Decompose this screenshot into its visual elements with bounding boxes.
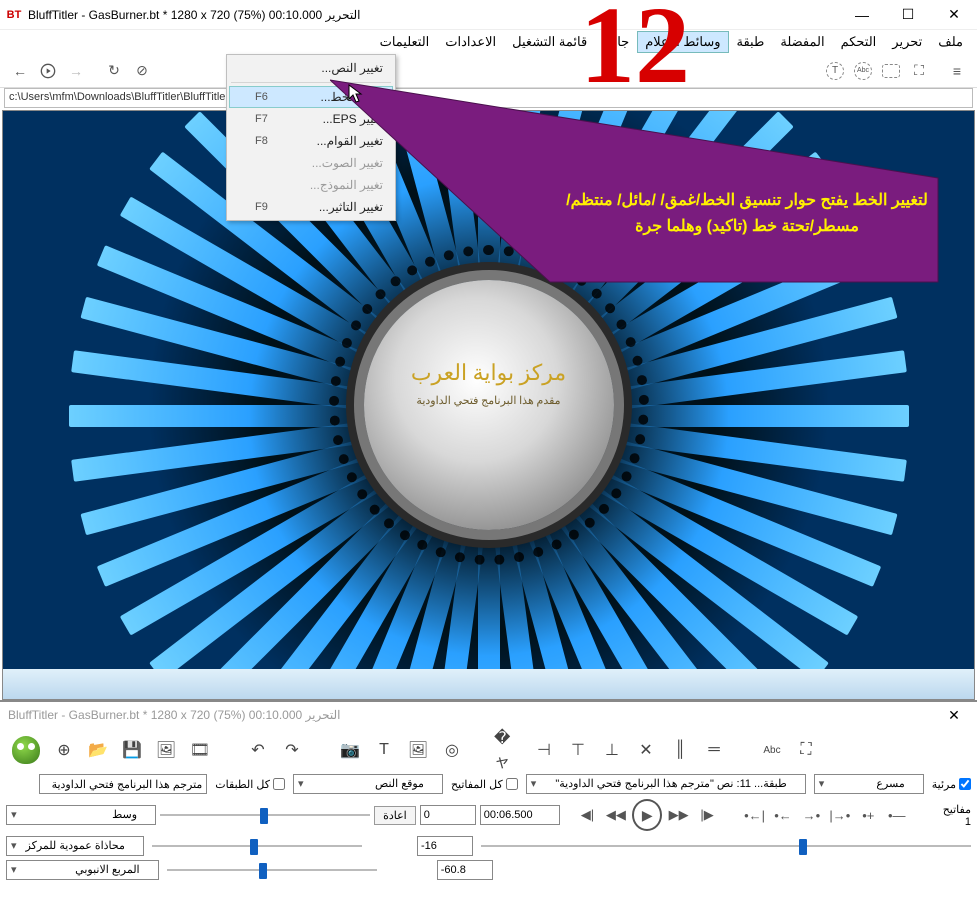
bottom-close-button[interactable]: ✕ xyxy=(931,702,977,728)
step-number-overlay: 12 xyxy=(580,0,690,109)
layer-select-row: مرئية مسرع طبقة... 11: نص "مترجم هذا الب… xyxy=(0,772,977,796)
export-video-button[interactable]: 🎞 xyxy=(184,733,216,767)
cancel-button[interactable]: ⊘ xyxy=(128,57,156,85)
maximize-button[interactable]: ☐ xyxy=(885,0,931,30)
slider-0[interactable] xyxy=(160,806,370,824)
value-0-input[interactable] xyxy=(420,805,476,825)
timeline-row: محاذاة عمودية للمركز xyxy=(0,834,977,858)
next-key-end-button[interactable]: •→| xyxy=(828,802,852,828)
save-button[interactable]: 💾 xyxy=(116,733,148,767)
prev-key-button[interactable]: ←• xyxy=(771,802,795,828)
timeline-slider[interactable] xyxy=(481,837,971,855)
all-layers-checkbox[interactable]: كل الطبقات xyxy=(215,778,285,791)
layer-dropdown[interactable]: طبقة... 11: نص "مترجم هذا البرنامج فتحي … xyxy=(526,774,806,794)
mascot-icon xyxy=(12,736,40,764)
align-h-dropdown[interactable]: وسط xyxy=(6,805,156,825)
export-image-button[interactable]: 🖼 xyxy=(150,733,182,767)
align-left-button[interactable]: �ャ xyxy=(494,733,526,767)
play-button[interactable] xyxy=(34,57,62,85)
turbine-blade xyxy=(609,405,909,427)
slider-1[interactable] xyxy=(152,837,362,855)
prev-key-start-button[interactable]: |←• xyxy=(742,802,766,828)
all-keys-checkbox[interactable]: كل المفاتيح xyxy=(451,778,518,791)
fullscreen-button[interactable]: ⛶ xyxy=(790,733,822,767)
titlebar: BT BluffTitler - GasBurner.bt * 1280 x 7… xyxy=(0,0,977,30)
bottom-toolbar: ⊕ 📂 💾 🖼 🎞 ↶ ↷ 📷 T 🖼 ◎ �ャ ⊣ ⊤ ⊥ ✕ ║ ═ xyxy=(0,728,977,772)
new-button[interactable]: ⊕ xyxy=(48,733,80,767)
refresh-button[interactable]: ↻ xyxy=(100,57,128,85)
key-add-button[interactable]: +• xyxy=(856,802,880,828)
speed-dropdown[interactable]: مسرع xyxy=(814,774,924,794)
redo-button[interactable]: ↷ xyxy=(276,733,308,767)
align-top-button[interactable]: ⊤ xyxy=(562,733,594,767)
annotation-text: لتغيير الخط يفتح حوار تنسيق الخط/غمق/ /م… xyxy=(562,188,932,239)
value-row-2: المربع الانبوبي xyxy=(0,858,977,882)
key-delete-button[interactable]: —• xyxy=(885,802,909,828)
time-input[interactable] xyxy=(480,805,560,825)
turbine-hub: مركز بواية العرب مقدم هذا البرنامج فتحي … xyxy=(364,280,614,530)
keys-label: مفاتيح 1 xyxy=(936,803,971,828)
distribute-button[interactable]: ║ xyxy=(664,733,696,767)
align-v-dropdown[interactable]: محاذاة عمودية للمركز xyxy=(6,836,144,856)
close-button[interactable]: ✕ xyxy=(931,0,977,30)
align-right-button[interactable]: ⊣ xyxy=(528,733,560,767)
app-logo: BT xyxy=(5,6,23,24)
forward-button[interactable]: → xyxy=(62,57,90,85)
camera-button[interactable]: 📷 xyxy=(334,733,366,767)
minimize-button[interactable]: — xyxy=(839,0,885,30)
spacing-button[interactable]: ═ xyxy=(698,733,730,767)
play-pause-button[interactable]: ▶ xyxy=(632,799,662,831)
fx-button[interactable]: ◎ xyxy=(436,733,468,767)
all-layers-label: كل الطبقات xyxy=(215,778,270,791)
align-bottom-button[interactable]: ⊥ xyxy=(596,733,628,767)
back-button[interactable]: ← xyxy=(6,57,34,85)
slider-2[interactable] xyxy=(167,861,377,879)
all-keys-label: كل المفاتيح xyxy=(451,778,503,791)
property-dropdown[interactable]: موقع النص xyxy=(293,774,443,794)
value-1-input[interactable] xyxy=(417,836,473,856)
mouse-cursor-icon xyxy=(348,84,364,109)
hub-title: مركز بواية العرب xyxy=(364,360,614,386)
value-2-input[interactable] xyxy=(437,860,493,880)
bottom-titlebar: BluffTitler - GasBurner.bt * 1280 x 720 … xyxy=(0,702,977,728)
next-key-button[interactable]: •→ xyxy=(799,802,823,828)
bottom-title: BluffTitler - GasBurner.bt * 1280 x 720 … xyxy=(8,708,340,722)
shape-dropdown[interactable]: المربع الانبوبي xyxy=(6,860,159,880)
abc-button[interactable]: Abc xyxy=(756,733,788,767)
open-button[interactable]: 📂 xyxy=(82,733,114,767)
properties-window: BluffTitler - GasBurner.bt * 1280 x 720 … xyxy=(0,700,977,882)
goto-start-button[interactable]: |◀ xyxy=(575,802,599,828)
turbine-blade xyxy=(69,405,369,427)
reset-button[interactable]: اعادة xyxy=(374,806,416,825)
step-back-button[interactable]: ◀◀ xyxy=(604,802,628,828)
visible-checkbox[interactable]: مرئية xyxy=(932,778,971,791)
step-fwd-button[interactable]: ▶▶ xyxy=(666,802,690,828)
goto-end-button[interactable]: ▶| xyxy=(695,802,719,828)
window-title: BluffTitler - GasBurner.bt * 1280 x 720 … xyxy=(28,8,360,22)
align-center-button[interactable]: ✕ xyxy=(630,733,662,767)
undo-button[interactable]: ↶ xyxy=(242,733,274,767)
playback-row: مفاتيح 1 —• +• •→| •→ ←• |←• ▶| ▶▶ ▶ ◀◀ … xyxy=(0,796,977,834)
picture-layer-button[interactable]: 🖼 xyxy=(402,733,434,767)
visible-label: مرئية xyxy=(932,778,956,791)
hub-subtitle: مقدم هذا البرنامج فتحي الداودية xyxy=(364,394,614,407)
translator-text-box[interactable]: مترجم هذا البرنامج فتحي الداودية xyxy=(39,774,207,794)
text-layer-button[interactable]: T xyxy=(368,733,400,767)
